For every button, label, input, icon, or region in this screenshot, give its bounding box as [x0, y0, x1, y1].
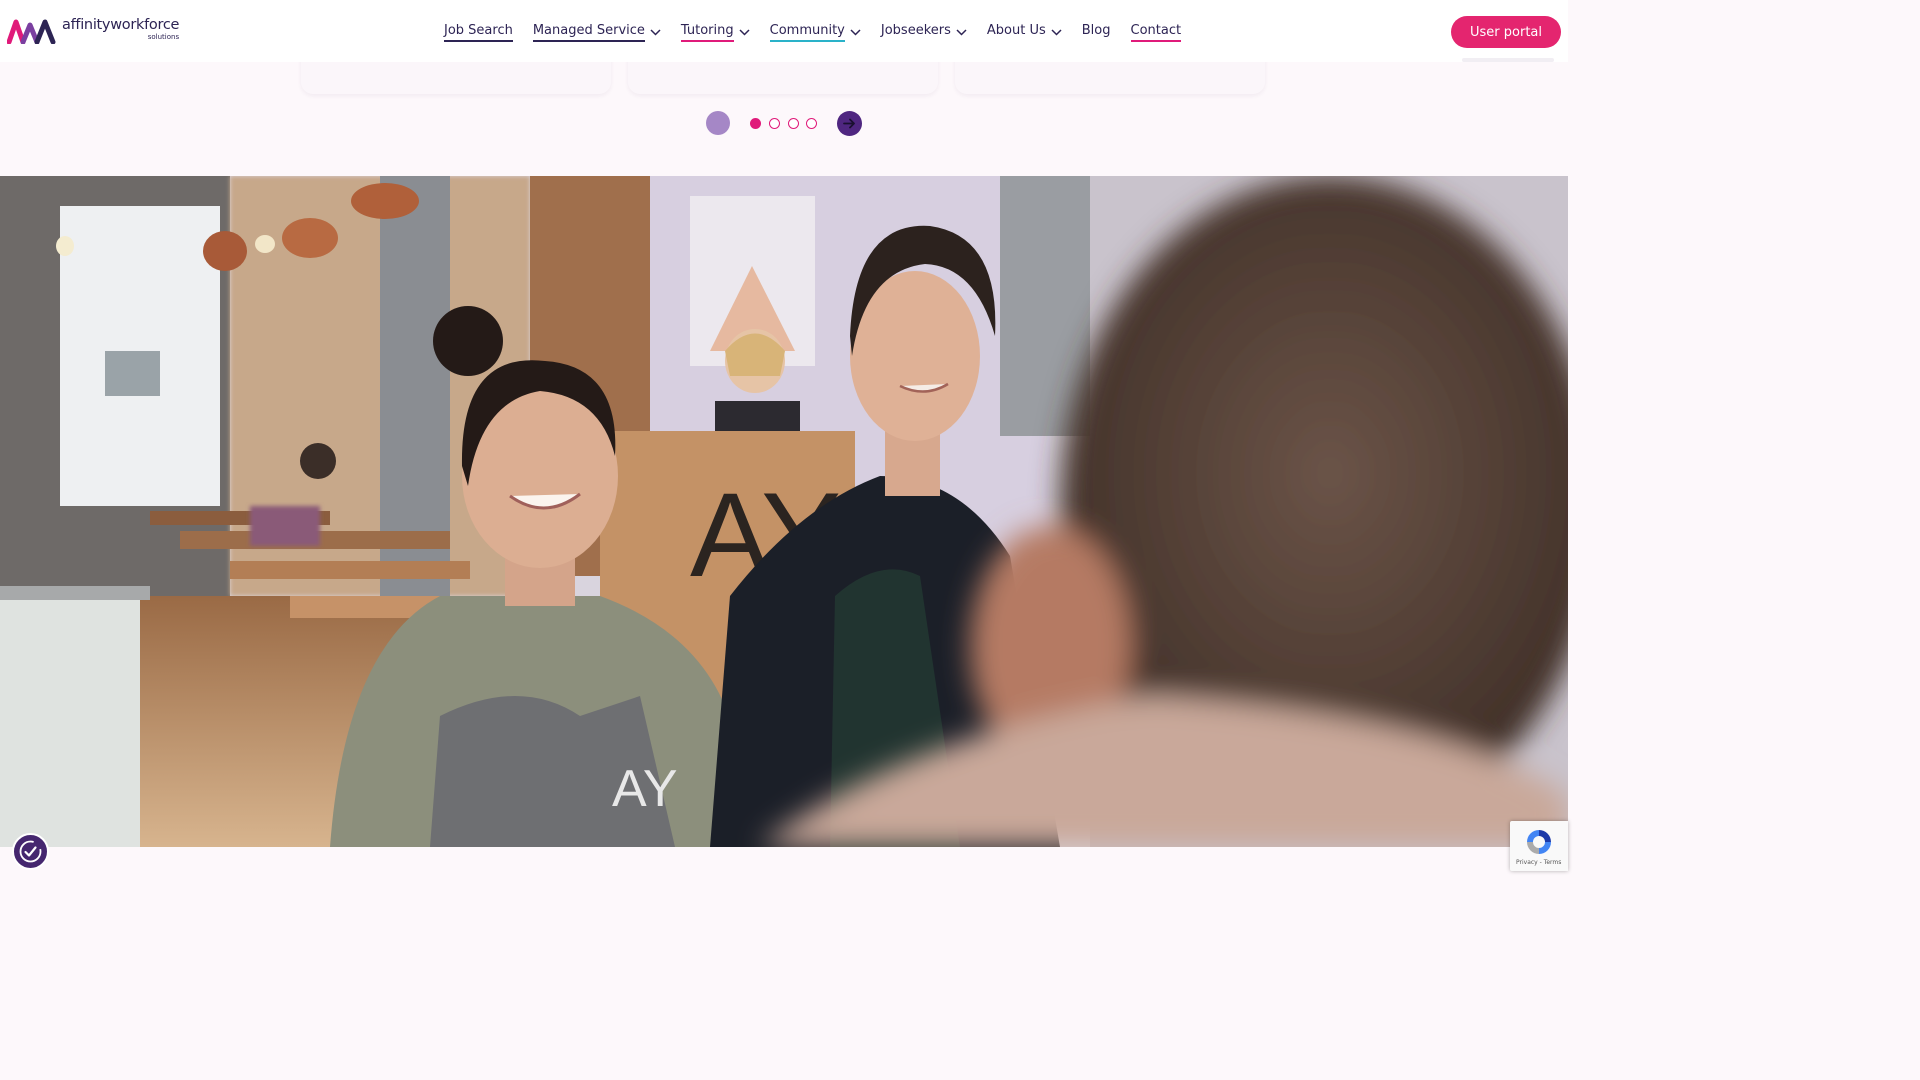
nav-item-jobseekers[interactable]: Jobseekers: [881, 23, 967, 42]
nav-item-managed-service[interactable]: Managed Service: [532, 23, 661, 42]
carousel-dot[interactable]: [806, 118, 817, 129]
logo-subtitle: solutions: [147, 32, 180, 41]
nav-item-blog[interactable]: Blog: [1082, 23, 1111, 42]
chevron-down-icon: [1051, 28, 1062, 36]
accessibility-icon: [19, 840, 42, 863]
site-header: affinityworkforce solutions Job Search M…: [0, 0, 1568, 62]
recaptcha-icon: [1527, 830, 1551, 854]
logo-mark-icon: [7, 19, 56, 44]
chevron-down-icon: [956, 28, 967, 36]
nav-label: Community: [769, 23, 845, 42]
user-portal-button[interactable]: User portal: [1451, 16, 1561, 48]
main-nav: Job Search Managed Service Tutoring Comm…: [444, 23, 1201, 42]
nav-label: Tutoring: [680, 23, 734, 42]
nav-label: Jobseekers: [880, 23, 951, 38]
apron-logo: AY: [612, 760, 678, 818]
carousel-dot[interactable]: [750, 118, 761, 129]
carousel-controls: [0, 111, 1568, 137]
recaptcha-badge[interactable]: Privacy - Terms: [1510, 821, 1568, 871]
nav-item-about-us[interactable]: About Us: [987, 23, 1062, 42]
portal-button-shadow: [1462, 58, 1554, 62]
recaptcha-links[interactable]: Privacy - Terms: [1516, 859, 1561, 866]
arrow-right-icon: [843, 118, 855, 129]
nav-item-tutoring[interactable]: Tutoring: [680, 23, 750, 42]
chevron-down-icon: [850, 28, 861, 36]
logo-wordmark: affinityworkforce solutions: [62, 18, 179, 41]
chevron-down-icon: [739, 28, 750, 36]
nav-item-job-search[interactable]: Job Search: [444, 23, 513, 42]
nav-label: Managed Service: [532, 23, 645, 42]
carousel-prev-button[interactable]: [706, 111, 730, 135]
logo-name: affinityworkforce: [62, 17, 180, 33]
cafe-scene-illustration: AY AY: [0, 176, 1568, 847]
hero-video[interactable]: AY AY: [0, 176, 1568, 847]
carousel-next-button[interactable]: [837, 111, 862, 136]
carousel-dot[interactable]: [769, 118, 780, 129]
nav-label: Blog: [1081, 23, 1111, 38]
nav-label: Job Search: [444, 23, 513, 42]
nav-item-community[interactable]: Community: [769, 23, 861, 42]
accessibility-button[interactable]: [12, 833, 49, 870]
carousel-dot[interactable]: [788, 118, 799, 129]
site-logo[interactable]: affinityworkforce solutions: [7, 18, 179, 44]
nav-label: Contact: [1130, 23, 1182, 42]
chevron-down-icon: [650, 28, 661, 36]
nav-item-contact[interactable]: Contact: [1130, 23, 1182, 42]
nav-label: About Us: [986, 23, 1046, 38]
